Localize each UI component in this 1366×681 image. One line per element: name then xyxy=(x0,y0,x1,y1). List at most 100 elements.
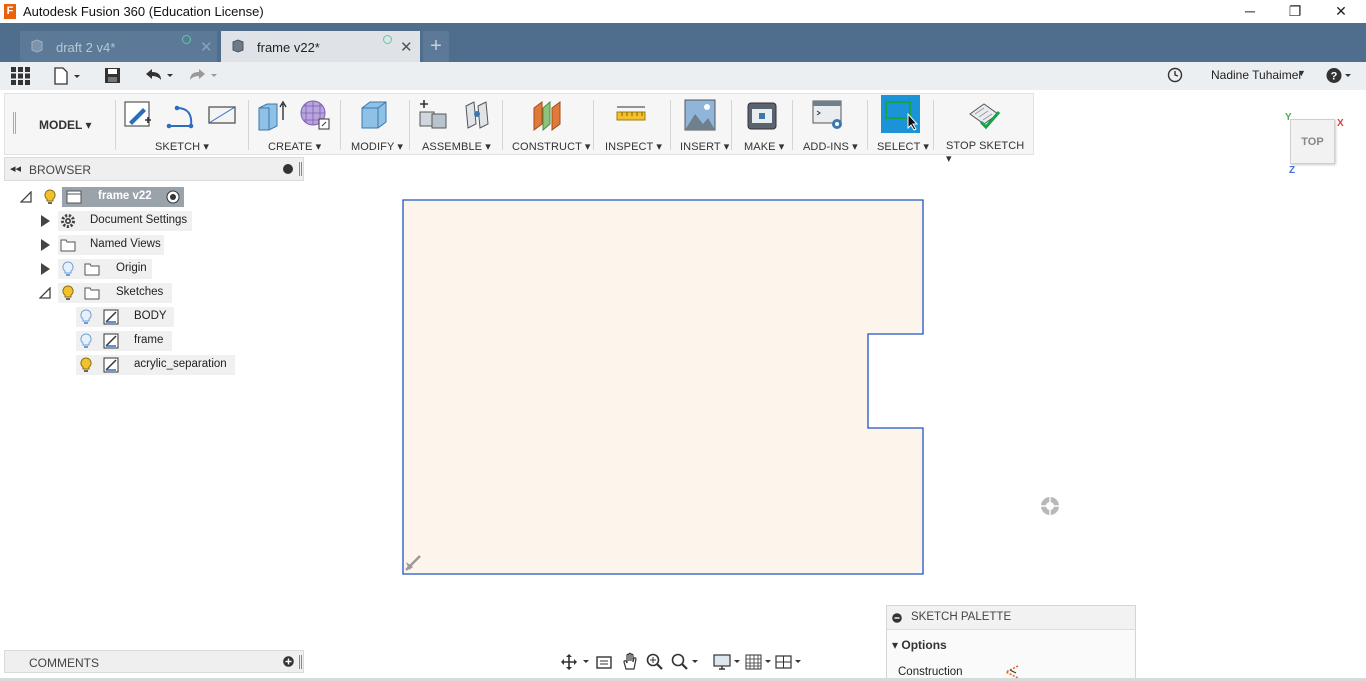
zoom-window-icon[interactable] xyxy=(671,653,701,671)
create-sketch-icon[interactable] xyxy=(121,98,155,132)
toolbar-divider xyxy=(409,100,410,150)
expand-triangle-icon[interactable] xyxy=(41,215,50,227)
toolbar-divider xyxy=(670,100,671,150)
visibility-bulb-icon[interactable] xyxy=(80,357,92,373)
activate-radio-icon[interactable] xyxy=(166,190,180,204)
scripts-addins-icon[interactable] xyxy=(811,98,845,132)
restore-button[interactable]: ❐ xyxy=(1272,0,1318,23)
sketch-palette-title: SKETCH PALETTE xyxy=(911,611,1012,623)
comments-panel-header[interactable]: COMMENTS xyxy=(4,650,304,673)
toolbar-group-addins[interactable]: ADD-INS ▾ xyxy=(803,140,858,153)
chevron-down-icon: ▼ xyxy=(1297,68,1306,78)
document-tab-frame[interactable]: frame v22* ✕ xyxy=(221,31,420,62)
offset-plane-icon[interactable] xyxy=(530,98,564,132)
pan-hand-icon[interactable] xyxy=(621,652,639,671)
toolbar-grip[interactable] xyxy=(13,112,16,134)
sketch-canvas[interactable] xyxy=(400,196,930,580)
sync-status-icon xyxy=(383,35,392,44)
browser-item-named-views[interactable]: Named Views xyxy=(38,235,238,255)
toolbar-group-make[interactable]: MAKE ▾ xyxy=(744,140,784,153)
minimize-palette-icon[interactable] xyxy=(892,613,902,623)
measure-icon[interactable] xyxy=(614,98,648,132)
visibility-bulb-icon[interactable] xyxy=(80,333,92,349)
browser-root-row[interactable]: frame v22 xyxy=(18,187,218,207)
minimize-panel-icon[interactable] xyxy=(283,164,293,174)
select-tool-button[interactable] xyxy=(881,95,920,133)
browser-sketch-acrylic-separation[interactable]: acrylic_separation xyxy=(76,355,276,375)
title-bar: F Autodesk Fusion 360 (Education License… xyxy=(0,0,1366,23)
item-label: frame xyxy=(134,334,164,346)
caret-down-icon: ▾ xyxy=(892,638,899,652)
job-status-clock-icon[interactable] xyxy=(1167,67,1183,83)
browser-sketch-body[interactable]: BODY xyxy=(76,307,276,327)
expanded-triangle-icon[interactable] xyxy=(20,191,32,203)
sketch-profile[interactable] xyxy=(402,199,924,575)
toolbar-group-stop-sketch[interactable]: STOP SKETCH ▾ xyxy=(946,140,1033,165)
item-label: Named Views xyxy=(90,238,161,250)
panel-grip-icon[interactable] xyxy=(299,162,302,176)
look-at-icon[interactable] xyxy=(595,653,613,671)
expand-triangle-icon[interactable] xyxy=(41,239,50,251)
close-window-button[interactable]: ✕ xyxy=(1318,0,1364,23)
options-section-toggle[interactable]: ▾ Options xyxy=(892,638,947,652)
undo-icon[interactable] xyxy=(143,67,176,84)
item-label: Document Settings xyxy=(90,214,188,226)
3d-print-icon[interactable] xyxy=(745,98,779,132)
expand-triangle-icon[interactable] xyxy=(41,263,50,275)
visibility-bulb-icon[interactable] xyxy=(80,309,92,325)
joint-icon[interactable] xyxy=(460,98,494,132)
help-icon[interactable]: ? xyxy=(1326,67,1354,84)
panel-grip-icon[interactable] xyxy=(299,655,302,669)
display-settings-icon[interactable] xyxy=(713,653,743,671)
line-tool-icon[interactable] xyxy=(163,98,197,132)
extrude-icon[interactable] xyxy=(255,98,289,132)
file-menu-icon[interactable] xyxy=(54,67,82,85)
close-tab-icon[interactable]: ✕ xyxy=(400,38,413,56)
new-tab-button[interactable]: + xyxy=(423,31,449,62)
redo-icon[interactable] xyxy=(187,67,220,84)
stop-sketch-icon[interactable] xyxy=(967,98,1003,132)
rectangle-tool-icon[interactable] xyxy=(205,98,239,132)
toolbar-group-inspect[interactable]: INSPECT ▾ xyxy=(605,140,662,153)
browser-item-sketches[interactable]: Sketches xyxy=(38,283,238,303)
sync-status-icon xyxy=(182,35,191,44)
add-comment-icon[interactable] xyxy=(283,656,294,667)
sketch-palette-header[interactable]: SKETCH PALETTE xyxy=(887,606,1135,630)
toolbar-group-modify[interactable]: MODIFY ▾ xyxy=(351,140,403,153)
toolbar-group-sketch[interactable]: SKETCH ▾ xyxy=(155,140,209,153)
minimize-button[interactable]: ─ xyxy=(1227,0,1273,23)
visibility-bulb-icon[interactable] xyxy=(44,189,56,205)
orbit-center-icon[interactable] xyxy=(1040,496,1060,516)
browser-item-document-settings[interactable]: Document Settings xyxy=(38,211,238,231)
press-pull-icon[interactable] xyxy=(356,98,390,132)
collapse-panel-icon[interactable]: ◂◂ xyxy=(10,162,21,175)
viewcube[interactable]: TOP xyxy=(1290,119,1335,164)
browser-panel-header[interactable]: ◂◂ BROWSER xyxy=(4,157,304,181)
viewports-icon[interactable] xyxy=(775,653,805,671)
ribbon-toolbar: MODEL ▾ SKETCH ▾ CREATE ▾ MODIFY ▾ ASSEM… xyxy=(4,93,1034,165)
new-component-icon[interactable] xyxy=(416,98,450,132)
insert-image-icon[interactable] xyxy=(683,98,717,132)
toolbar-group-create[interactable]: CREATE ▾ xyxy=(268,140,321,153)
save-icon[interactable] xyxy=(104,67,121,84)
visibility-bulb-icon[interactable] xyxy=(62,285,74,301)
expanded-triangle-icon[interactable] xyxy=(39,287,51,299)
zoom-icon[interactable] xyxy=(646,653,664,671)
toolbar-group-construct[interactable]: CONSTRUCT ▾ xyxy=(512,140,591,153)
form-icon[interactable] xyxy=(297,98,333,132)
document-tab-draft[interactable]: draft 2 v4* ✕ xyxy=(20,31,217,62)
visibility-bulb-icon[interactable] xyxy=(62,261,74,277)
orbit-icon[interactable] xyxy=(561,654,589,670)
sketch-icon xyxy=(103,309,119,325)
user-account-menu[interactable]: Nadine Tuhaimer xyxy=(1211,68,1302,82)
browser-sketch-frame[interactable]: frame xyxy=(76,331,276,351)
toolbar-group-insert[interactable]: INSERT ▾ xyxy=(680,140,729,153)
grid-settings-icon[interactable] xyxy=(745,653,775,671)
data-panel-grid-icon[interactable] xyxy=(11,67,30,85)
browser-item-origin[interactable]: Origin xyxy=(38,259,238,279)
toolbar-group-assemble[interactable]: ASSEMBLE ▾ xyxy=(422,140,491,153)
document-tab-bar: draft 2 v4* ✕ frame v22* ✕ xyxy=(0,23,1366,62)
workspace-switcher[interactable]: MODEL ▾ xyxy=(39,118,92,132)
toolbar-group-select[interactable]: SELECT ▾ xyxy=(877,140,929,153)
close-tab-icon[interactable]: ✕ xyxy=(200,38,213,56)
